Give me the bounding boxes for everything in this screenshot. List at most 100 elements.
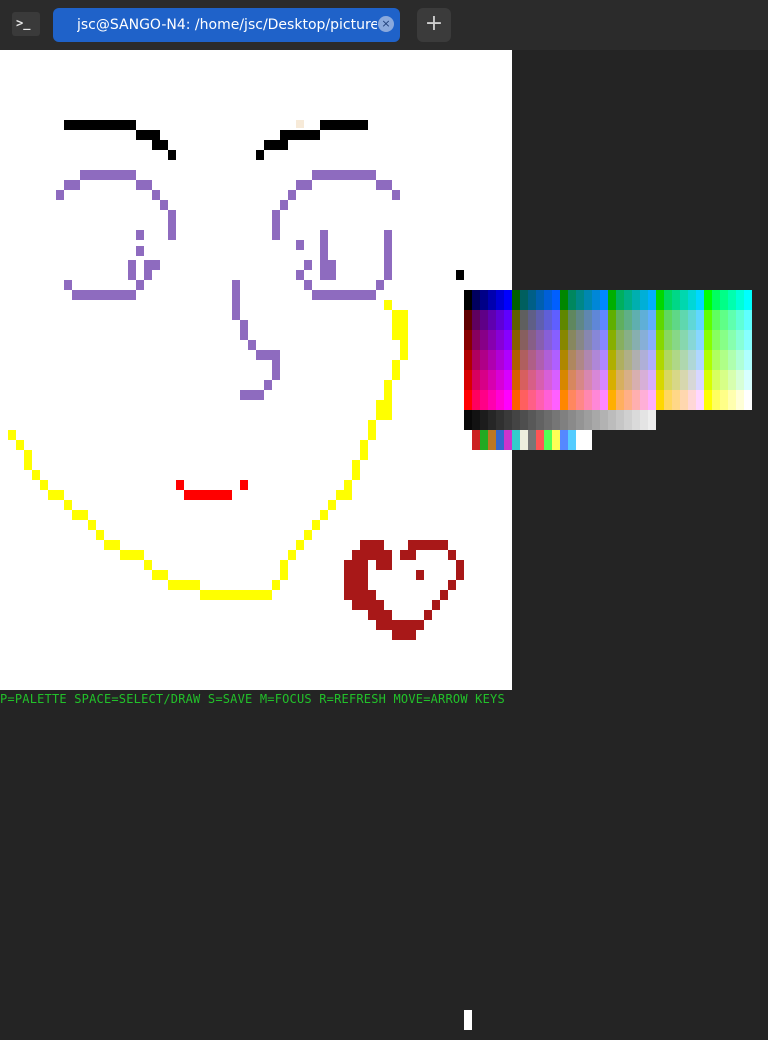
palette-swatch	[488, 390, 496, 410]
face-outline	[168, 580, 200, 590]
palette-swatch	[656, 390, 664, 410]
palette-swatch	[488, 310, 496, 330]
help-status-line: P=PALETTE SPACE=SELECT/DRAW S=SAVE M=FOC…	[0, 692, 505, 706]
face-outline	[40, 480, 48, 490]
palette-swatch	[520, 430, 528, 450]
face-outline	[328, 500, 336, 510]
palette-swatch	[640, 310, 648, 330]
palette-swatch	[520, 410, 528, 430]
heart	[360, 540, 384, 550]
palette-swatch	[528, 370, 536, 390]
close-icon[interactable]: ×	[378, 16, 394, 32]
face-outline	[120, 550, 144, 560]
palette-swatch	[464, 350, 472, 370]
palette-swatch	[696, 330, 704, 350]
palette-swatch	[624, 290, 632, 310]
palette-swatch	[536, 310, 544, 330]
palette-swatch	[584, 330, 592, 350]
heart	[344, 590, 376, 600]
palette-swatch	[512, 310, 520, 330]
eye	[376, 280, 384, 290]
palette-swatch	[688, 330, 696, 350]
tab-terminal[interactable]: jsc@SANGO-N4: /home/jsc/Desktop/picture_…	[53, 8, 400, 42]
eye	[320, 230, 328, 280]
heart	[408, 540, 448, 550]
palette-swatch	[512, 430, 520, 450]
palette-swatch	[504, 410, 512, 430]
face-outline	[392, 310, 408, 340]
palette-swatch	[536, 330, 544, 350]
eyebrow	[64, 120, 136, 130]
palette-swatch	[584, 370, 592, 390]
palette-swatch	[568, 330, 576, 350]
eye	[136, 180, 152, 190]
palette-swatch	[648, 330, 656, 350]
terminal-icon[interactable]: >_	[12, 12, 40, 36]
palette-swatch	[648, 410, 656, 430]
palette-swatch	[504, 290, 512, 310]
palette-swatch	[544, 290, 552, 310]
palette-swatch	[504, 430, 512, 450]
palette-swatch	[624, 390, 632, 410]
palette-swatch	[464, 410, 472, 430]
palette-swatch	[584, 310, 592, 330]
nose	[232, 280, 240, 320]
palette-swatch	[544, 410, 552, 430]
eye	[144, 260, 152, 270]
palette-swatch	[744, 330, 752, 350]
face-outline	[16, 440, 24, 450]
palette-swatch	[560, 310, 568, 330]
palette-swatch	[480, 290, 488, 310]
palette-swatch	[688, 370, 696, 390]
eye	[152, 190, 160, 200]
palette-swatch	[552, 390, 560, 410]
face-outline	[352, 460, 360, 480]
palette-swatch	[496, 390, 504, 410]
eye	[272, 210, 280, 240]
palette-swatch	[632, 370, 640, 390]
palette-swatch	[576, 410, 584, 430]
palette-swatch	[704, 350, 712, 370]
palette-swatch	[520, 310, 528, 330]
palette-swatch	[504, 390, 512, 410]
palette-swatch	[472, 370, 480, 390]
palette-swatch	[496, 410, 504, 430]
palette-swatch	[528, 390, 536, 410]
face-outline	[312, 520, 320, 530]
palette-swatch	[640, 350, 648, 370]
palette-grid[interactable]	[464, 290, 752, 450]
palette-swatch	[648, 290, 656, 310]
face-outline	[32, 470, 40, 480]
palette-swatch	[480, 430, 488, 450]
palette-swatch	[648, 390, 656, 410]
palette-swatch	[680, 350, 688, 370]
new-tab-button[interactable]: +	[417, 8, 451, 42]
eye	[160, 200, 168, 210]
face-outline	[152, 570, 168, 580]
palette-swatch	[536, 430, 544, 450]
eyebrow	[256, 150, 264, 160]
color-palette[interactable]	[464, 290, 752, 450]
face-outline	[104, 540, 120, 550]
palette-swatch	[544, 370, 552, 390]
heart	[344, 560, 368, 590]
palette-swatch	[472, 430, 480, 450]
drawing-canvas[interactable]	[0, 50, 512, 690]
palette-swatch	[648, 350, 656, 370]
palette-swatch	[736, 350, 744, 370]
palette-swatch	[584, 290, 592, 310]
eye	[64, 180, 80, 190]
palette-swatch	[664, 390, 672, 410]
palette-swatch	[512, 410, 520, 430]
palette-swatch	[720, 290, 728, 310]
palette-swatch	[480, 370, 488, 390]
face-outline	[392, 360, 400, 380]
palette-swatch	[568, 290, 576, 310]
palette-swatch	[664, 370, 672, 390]
pixel-art	[8, 120, 464, 640]
face-outline	[48, 490, 64, 500]
eye	[384, 230, 392, 280]
face-outline	[400, 340, 408, 360]
nose	[264, 380, 272, 390]
palette-swatch	[616, 290, 624, 310]
